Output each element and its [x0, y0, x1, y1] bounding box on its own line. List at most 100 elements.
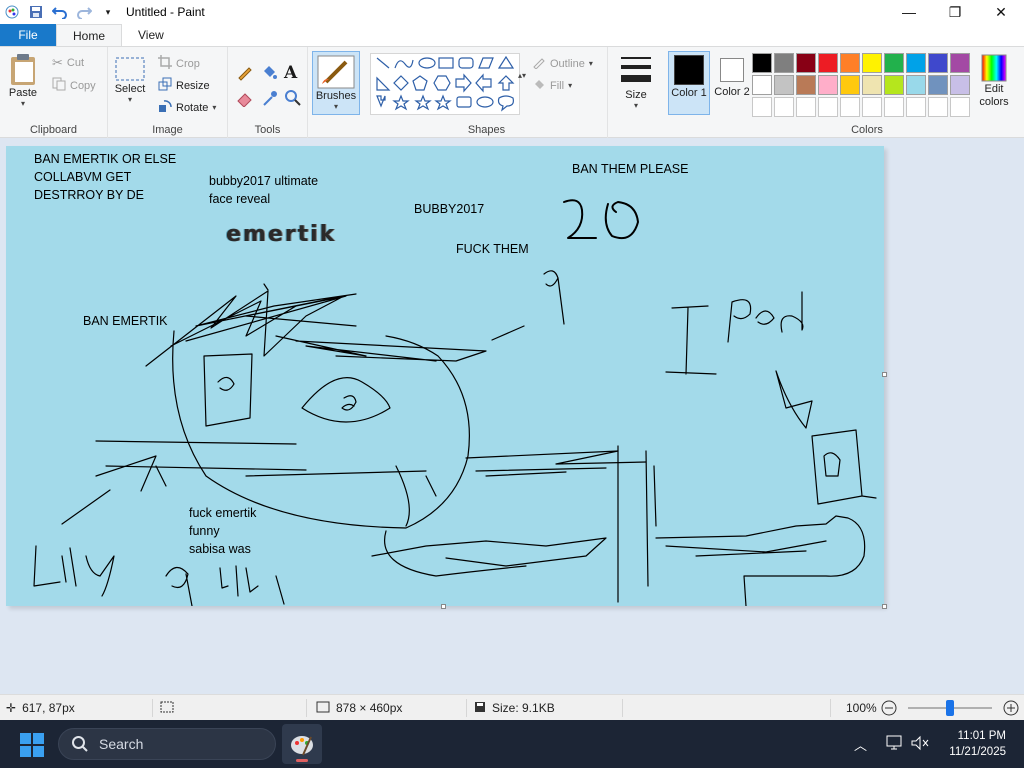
tab-home[interactable]: Home	[56, 24, 123, 46]
color1-button[interactable]: Color 1	[668, 51, 710, 115]
color-swatch[interactable]	[774, 75, 794, 95]
customize-qat-icon[interactable]: ▾	[100, 4, 116, 20]
zoom-out-icon	[881, 700, 897, 716]
canvas-resize-handle-bottom[interactable]	[441, 604, 446, 609]
close-button[interactable]: ✕	[978, 0, 1024, 24]
resize-button[interactable]: Resize	[158, 77, 210, 94]
volume-muted-icon[interactable]	[910, 735, 930, 754]
color2-button[interactable]: Color 2	[712, 51, 752, 115]
color-swatch[interactable]	[862, 53, 882, 73]
copy-label: Copy	[70, 79, 96, 92]
color-swatch[interactable]	[774, 53, 794, 73]
rotate-icon	[158, 99, 172, 116]
color-picker-icon[interactable]	[260, 89, 282, 113]
active-app-indicator	[296, 759, 308, 762]
rotate-button[interactable]: Rotate ▾	[158, 99, 216, 116]
color-swatch[interactable]	[950, 75, 970, 95]
cut-button[interactable]: ✂ Cut	[52, 55, 84, 71]
minimize-button[interactable]: —	[886, 0, 932, 24]
zoom-level: 100%	[846, 695, 877, 721]
tab-file[interactable]: File	[0, 24, 56, 46]
color-swatch[interactable]	[884, 75, 904, 95]
fill-button[interactable]: Fill ▾	[532, 77, 572, 94]
selection-icon	[160, 701, 174, 716]
drawing-canvas[interactable]: BAN EMERTIK OR ELSE COLLABVM GET DESTRRO…	[6, 146, 884, 606]
canvas-resize-handle-corner[interactable]	[882, 604, 887, 609]
undo-icon[interactable]	[52, 4, 68, 20]
redo-icon[interactable]	[76, 4, 92, 20]
fill-bucket-icon[interactable]	[260, 63, 282, 87]
chevron-down-icon: ▾	[127, 95, 132, 104]
status-divider	[152, 699, 153, 717]
color-swatch[interactable]	[752, 75, 772, 95]
image-group: Select ▾ Crop Resize Rotate ▾ Image	[108, 47, 228, 139]
taskbar-paint-app[interactable]	[282, 724, 322, 764]
custom-color-slot[interactable]	[884, 97, 904, 117]
color-swatch[interactable]	[818, 75, 838, 95]
doodle-bottom-right-box	[655, 515, 866, 606]
tab-view[interactable]: View	[122, 24, 180, 46]
custom-color-slot[interactable]	[752, 97, 772, 117]
color-swatch[interactable]	[840, 53, 860, 73]
doodle-right-pupil	[341, 395, 357, 411]
custom-color-slot[interactable]	[906, 97, 926, 117]
chevron-up-icon[interactable]: ︿	[854, 735, 867, 754]
color-swatch[interactable]	[884, 53, 904, 73]
edit-colors-button[interactable]: Edit colors	[972, 53, 1016, 109]
taskbar-clock[interactable]: 11:01 PM 11/21/2025	[949, 728, 1006, 760]
magnifier-icon[interactable]	[284, 89, 306, 113]
pencil-icon[interactable]	[236, 63, 258, 87]
color-swatch[interactable]	[928, 53, 948, 73]
canvas-size-icon	[316, 701, 330, 716]
color-swatch[interactable]	[818, 53, 838, 73]
maximize-button[interactable]: ❐	[932, 0, 978, 24]
copy-button[interactable]: Copy	[52, 77, 96, 94]
brushes-button[interactable]: Brushes ▾	[312, 51, 360, 115]
custom-color-slot[interactable]	[840, 97, 860, 117]
custom-color-slot[interactable]	[774, 97, 794, 117]
color2-swatch	[720, 58, 744, 82]
canvas-emertik-logo: emertik	[226, 222, 337, 247]
brush-icon	[317, 55, 355, 89]
color-swatch[interactable]	[906, 75, 926, 95]
zoom-slider[interactable]	[904, 695, 996, 721]
custom-color-slot[interactable]	[950, 97, 970, 117]
size-button[interactable]: Size ▾	[614, 53, 658, 110]
color-swatch[interactable]	[928, 75, 948, 95]
color-swatch[interactable]	[796, 75, 816, 95]
eraser-icon[interactable]	[236, 89, 258, 113]
custom-color-slot[interactable]	[928, 97, 948, 117]
custom-color-slot[interactable]	[862, 97, 882, 117]
tools-group: A Tools	[228, 47, 308, 139]
crop-button[interactable]: Crop	[158, 55, 200, 72]
text-icon[interactable]: A	[284, 63, 306, 87]
zoom-in-button[interactable]	[1002, 695, 1020, 721]
ribbon-tabs: File Home View	[0, 24, 1024, 46]
color-swatch[interactable]	[796, 53, 816, 73]
color-swatch[interactable]	[950, 53, 970, 73]
network-icon[interactable]	[886, 735, 904, 754]
ribbon: Paste ▾ ✂ Cut Copy Clipboard Select ▾ Cr…	[0, 46, 1024, 139]
color-swatch[interactable]	[840, 75, 860, 95]
color-swatch[interactable]	[906, 53, 926, 73]
start-button[interactable]	[20, 733, 44, 760]
outline-button[interactable]: Outline ▾	[532, 55, 593, 72]
color-swatch[interactable]	[752, 53, 772, 73]
zoom-slider-thumb[interactable]	[946, 700, 954, 716]
outline-label: Outline	[550, 57, 585, 70]
paste-button[interactable]: Paste ▾	[8, 53, 38, 108]
zoom-out-button[interactable]	[880, 695, 898, 721]
size-label: Size	[625, 89, 647, 101]
save-icon[interactable]	[28, 4, 44, 20]
zoom-level-text: 100%	[846, 701, 877, 715]
custom-color-slot[interactable]	[796, 97, 816, 117]
taskbar-search[interactable]: Search	[58, 728, 276, 760]
select-button[interactable]: Select ▾	[114, 55, 146, 104]
custom-color-slot[interactable]	[818, 97, 838, 117]
shapes-gallery[interactable]	[370, 53, 520, 115]
color-swatch[interactable]	[862, 75, 882, 95]
chevron-down-icon: ▾	[588, 59, 593, 68]
color1-label: Color 1	[671, 87, 707, 99]
shapes-scroll-icon[interactable]: ▴▾	[518, 71, 526, 80]
canvas-resize-handle-right[interactable]	[882, 372, 887, 377]
